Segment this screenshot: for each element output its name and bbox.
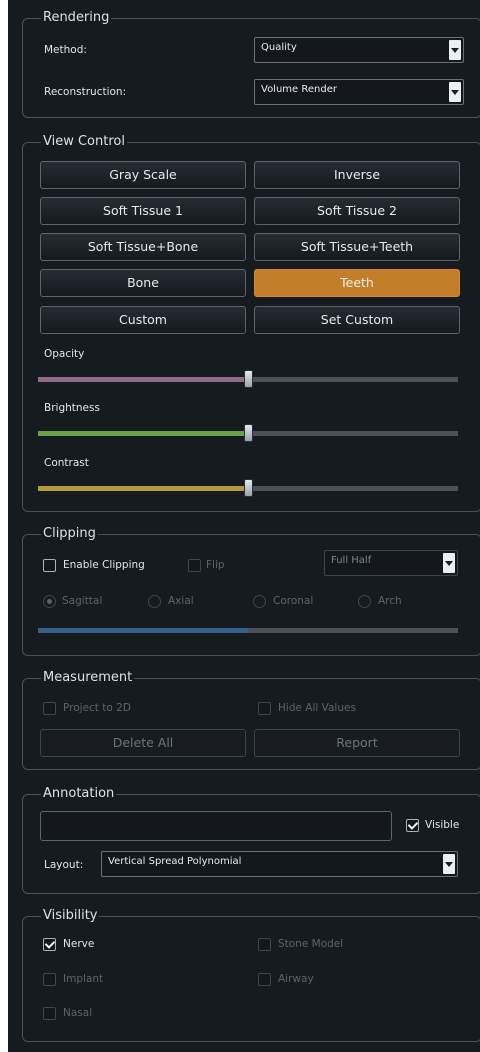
implant-checkbox[interactable] [43,973,56,986]
brightness-label: Brightness [44,402,100,414]
stone-model-label: Stone Model [278,938,344,950]
method-label: Method: [44,44,87,56]
hide-all-values-checkbox[interactable] [258,702,271,715]
slider-thumb[interactable] [244,424,253,442]
annotation-group: Annotation [22,785,480,894]
chevron-down-icon [443,854,455,874]
nasal-checkbox[interactable] [43,1007,56,1020]
enable-clipping-checkbox[interactable] [43,559,56,572]
report-button[interactable]: Report [254,729,460,757]
slider-fill [38,486,248,491]
radio-coronal[interactable] [253,595,266,608]
layout-select[interactable]: Vertical Spread Polynomial [101,851,458,877]
sagittal-label: Sagittal [62,595,103,607]
nasal-label: Nasal [63,1007,93,1019]
layout-value: Vertical Spread Polynomial [108,856,242,867]
clipping-position-slider[interactable] [38,620,458,634]
gray-scale-button[interactable]: Gray Scale [40,161,246,189]
clipping-title: Clipping [41,525,98,543]
inverse-button[interactable]: Inverse [254,161,460,189]
measurement-title: Measurement [41,669,135,687]
nerve-label: Nerve [63,938,95,950]
clipping-mode-select[interactable]: Full Half [324,550,458,576]
reconstruction-value: Volume Render [261,84,337,95]
coronal-label: Coronal [273,595,314,607]
rendering-title: Rendering [41,9,112,27]
hide-all-values-label: Hide All Values [278,702,356,714]
view-control-title: View Control [41,133,127,151]
implant-label: Implant [63,973,104,985]
annotation-visible-checkbox[interactable] [406,819,419,832]
flip-label: Flip [206,559,225,571]
project-to-2d-label: Project to 2D [63,702,131,714]
layout-label: Layout: [44,859,84,871]
soft-tissue-1-button[interactable]: Soft Tissue 1 [40,197,246,225]
delete-all-button[interactable]: Delete All [40,729,246,757]
chevron-down-icon [449,40,461,60]
annotation-title: Annotation [41,785,117,803]
annotation-visible-label: Visible [425,819,460,831]
reconstruction-label: Reconstruction: [44,86,127,98]
bone-button[interactable]: Bone [40,269,246,297]
radio-arch[interactable] [358,595,371,608]
soft-tissue-bone-button[interactable]: Soft Tissue+Bone [40,233,246,261]
set-custom-button[interactable]: Set Custom [254,306,460,334]
slider-thumb[interactable] [244,370,253,388]
soft-tissue-teeth-button[interactable]: Soft Tissue+Teeth [254,233,460,261]
visibility-title: Visibility [41,907,100,925]
brightness-slider[interactable] [38,423,458,443]
custom-button[interactable]: Custom [40,306,246,334]
slider-thumb[interactable] [244,479,253,497]
chevron-down-icon [449,82,461,102]
clipping-mode-value: Full Half [331,555,372,566]
airway-label: Airway [278,973,314,985]
teeth-button[interactable]: Teeth [254,269,460,297]
slider-fill [38,431,248,436]
stone-model-checkbox[interactable] [258,938,271,951]
reconstruction-select[interactable]: Volume Render [254,79,464,105]
method-value: Quality [261,42,297,53]
chevron-down-icon [443,553,455,573]
airway-checkbox[interactable] [258,973,271,986]
radio-axial[interactable] [148,595,161,608]
radio-sagittal[interactable] [43,595,56,608]
enable-clipping-label: Enable Clipping [63,559,145,571]
flip-checkbox[interactable] [188,559,201,572]
nerve-checkbox[interactable] [43,938,56,951]
annotation-text-input[interactable] [40,811,392,841]
project-to-2d-checkbox[interactable] [43,702,56,715]
opacity-slider[interactable] [38,369,458,389]
slider-fill [38,628,248,633]
contrast-label: Contrast [44,457,89,469]
settings-panel: Rendering Method: Quality Reconstruction… [8,0,480,1052]
contrast-slider[interactable] [38,478,458,498]
axial-label: Axial [168,595,194,607]
method-select[interactable]: Quality [254,37,464,63]
slider-fill [38,377,248,382]
soft-tissue-2-button[interactable]: Soft Tissue 2 [254,197,460,225]
arch-label: Arch [378,595,402,607]
opacity-label: Opacity [44,348,85,360]
